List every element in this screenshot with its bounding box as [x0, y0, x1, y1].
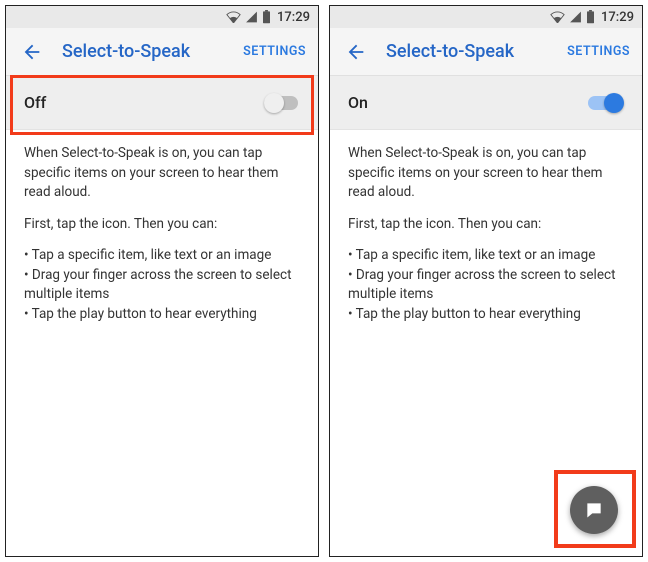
status-bar: 17:29	[330, 6, 642, 28]
wifi-icon	[226, 11, 241, 23]
select-to-speak-fab[interactable]	[570, 486, 618, 534]
toggle-label: On	[348, 93, 588, 112]
desc-paragraph-2: First, tap the icon. Then you can:	[24, 215, 300, 235]
speech-bubble-icon	[584, 500, 604, 520]
settings-button[interactable]: SETTINGS	[243, 44, 306, 59]
master-toggle-row[interactable]: Off	[6, 76, 318, 130]
app-bar: Select-to-Speak SETTINGS	[330, 28, 642, 76]
status-time: 17:29	[277, 10, 310, 25]
desc-bullets: Tap a specific item, like text or an ima…	[24, 246, 300, 324]
status-bar: 17:29	[6, 6, 318, 28]
description-text: When Select-to-Speak is on, you can tap …	[6, 130, 318, 339]
desc-paragraph-1: When Select-to-Speak is on, you can tap …	[24, 144, 300, 203]
battery-icon	[586, 10, 595, 24]
master-toggle-switch[interactable]	[588, 93, 624, 113]
desc-bullet-3: Tap the play button to hear everything	[348, 305, 624, 325]
signal-icon	[245, 11, 258, 23]
desc-bullet-2: Drag your finger across the screen to se…	[24, 266, 300, 305]
app-bar: Select-to-Speak SETTINGS	[6, 28, 318, 76]
desc-bullet-2: Drag your finger across the screen to se…	[348, 266, 624, 305]
page-title: Select-to-Speak	[62, 41, 243, 62]
wifi-icon	[550, 11, 565, 23]
master-toggle-row[interactable]: On	[330, 76, 642, 130]
toggle-label: Off	[24, 93, 264, 112]
phone-screen-off-state: 17:29 Select-to-Speak SETTINGS Off When …	[5, 5, 319, 557]
desc-paragraph-2: First, tap the icon. Then you can:	[348, 215, 624, 235]
desc-paragraph-1: When Select-to-Speak is on, you can tap …	[348, 144, 624, 203]
desc-bullet-1: Tap a specific item, like text or an ima…	[348, 246, 624, 266]
page-title: Select-to-Speak	[386, 41, 567, 62]
description-text: When Select-to-Speak is on, you can tap …	[330, 130, 642, 339]
battery-icon	[262, 10, 271, 24]
back-button[interactable]	[18, 38, 46, 66]
master-toggle-switch[interactable]	[264, 93, 300, 113]
desc-bullet-1: Tap a specific item, like text or an ima…	[24, 246, 300, 266]
desc-bullet-3: Tap the play button to hear everything	[24, 305, 300, 325]
signal-icon	[569, 11, 582, 23]
settings-button[interactable]: SETTINGS	[567, 44, 630, 59]
desc-bullets: Tap a specific item, like text or an ima…	[348, 246, 624, 324]
back-button[interactable]	[342, 38, 370, 66]
phone-screen-on-state: 17:29 Select-to-Speak SETTINGS On When S…	[329, 5, 643, 557]
status-time: 17:29	[601, 10, 634, 25]
